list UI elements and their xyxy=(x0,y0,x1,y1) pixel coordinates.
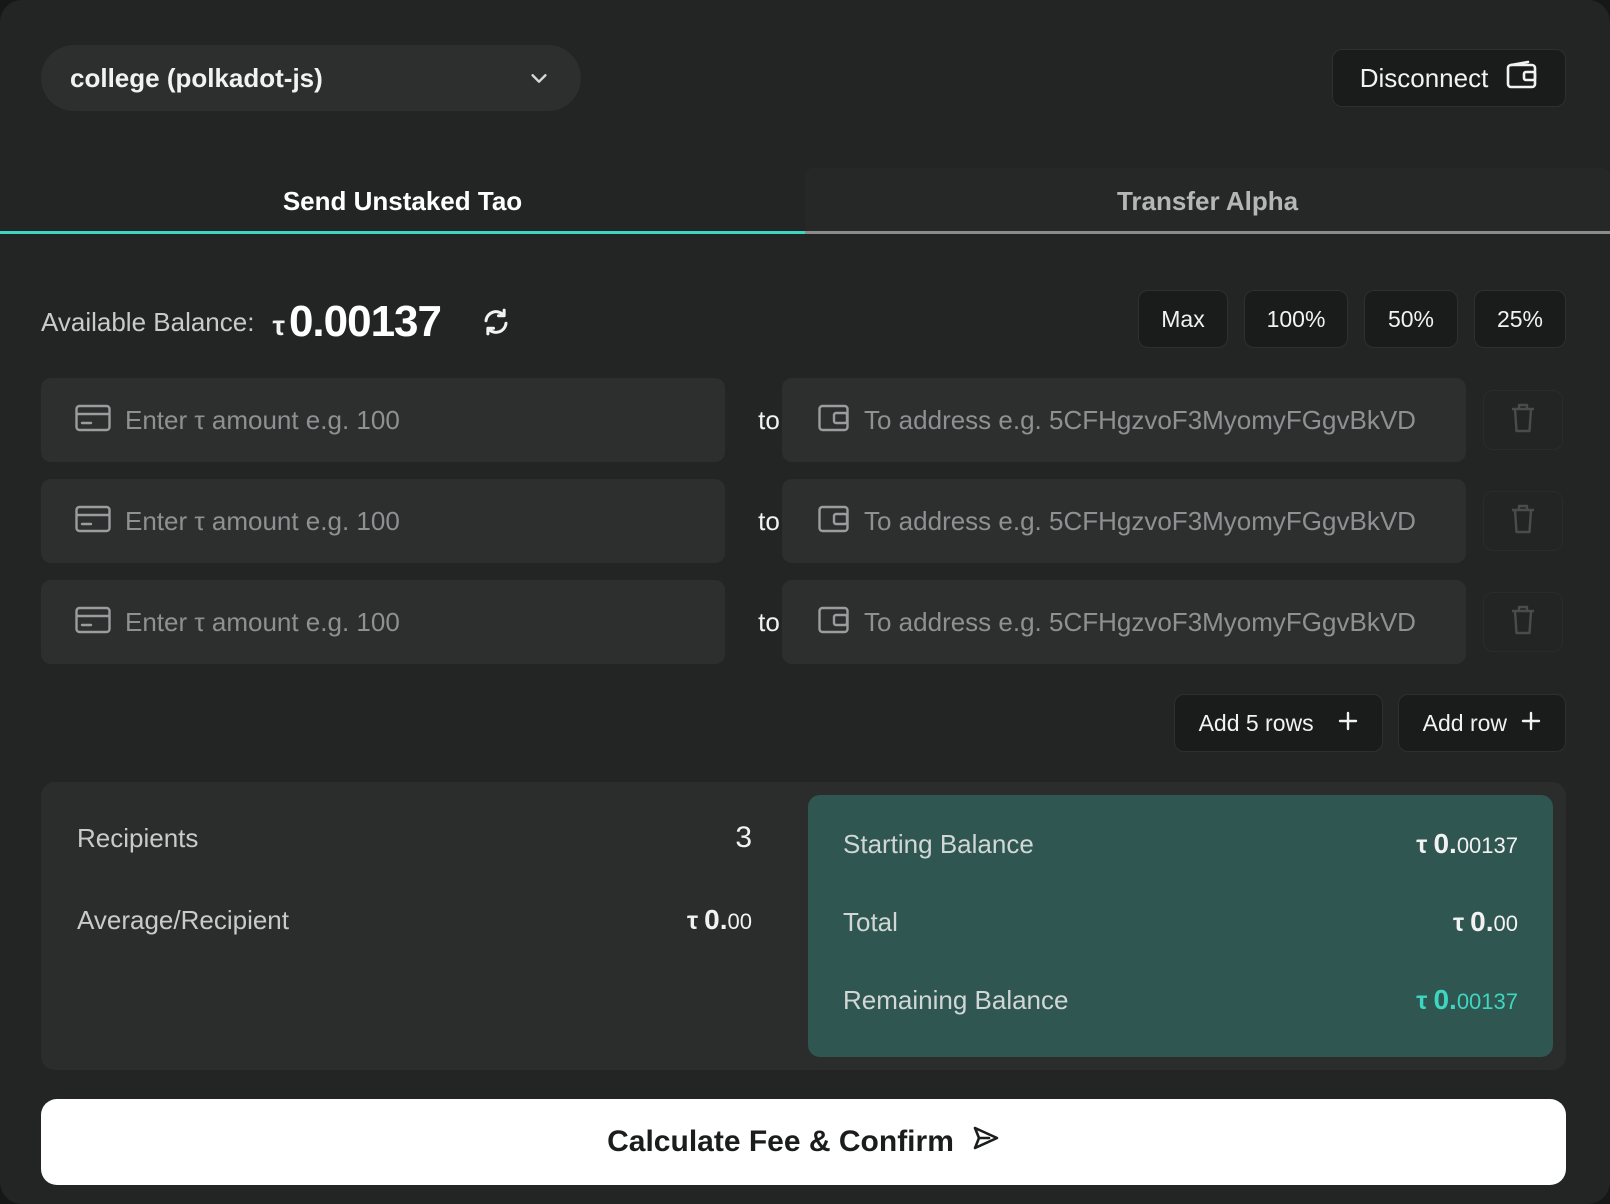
add-row-button[interactable]: Add row xyxy=(1397,694,1566,752)
amount-input[interactable]: Enter τ amount e.g. 100 xyxy=(41,580,725,664)
wallet-icon xyxy=(818,505,850,538)
delete-row-button[interactable] xyxy=(1483,592,1563,652)
starting-int: 0. xyxy=(1433,828,1457,859)
confirm-label: Calculate Fee & Confirm xyxy=(607,1125,954,1158)
remaining-balance-label: Remaining Balance xyxy=(843,984,1069,1015)
recipients-label: Recipients xyxy=(77,822,199,853)
total-line: Total τ 0. 00 xyxy=(843,897,1518,947)
balance-value: 0.00137 xyxy=(288,297,442,346)
tao-symbol: τ xyxy=(1416,987,1428,1015)
send-icon xyxy=(972,1124,1000,1160)
recipient-row: Enter τ amount e.g. 100 to To address e.… xyxy=(41,580,1563,664)
tab-divider xyxy=(805,231,1610,234)
trash-icon xyxy=(1510,402,1536,439)
tab-send-unstaked-tao[interactable]: Send Unstaked Tao xyxy=(0,168,805,234)
plus-icon xyxy=(1338,710,1358,737)
trash-icon xyxy=(1510,604,1536,641)
disconnect-label: Disconnect xyxy=(1359,62,1489,93)
tao-symbol: τ xyxy=(686,907,699,935)
amount-placeholder: Enter τ amount e.g. 100 xyxy=(125,404,400,435)
tao-symbol: τ xyxy=(1416,831,1428,859)
100-percent-button[interactable]: 100% xyxy=(1244,290,1348,348)
plus-icon xyxy=(1521,710,1541,737)
delete-row-button[interactable] xyxy=(1483,390,1563,450)
address-placeholder: To address e.g. 5CFHgzvoF3MyomyFGgvBkVD xyxy=(864,404,1416,435)
total-value: τ 0. 00 xyxy=(1453,906,1518,938)
25-percent-button[interactable]: 25% xyxy=(1474,290,1566,348)
starting-balance-value: τ 0. 00137 xyxy=(1416,828,1518,860)
address-input[interactable]: To address e.g. 5CFHgzvoF3MyomyFGgvBkVD xyxy=(782,479,1466,563)
average-int: 0. xyxy=(704,904,728,935)
average-line: Average/Recipient τ 0. 00 xyxy=(77,892,752,948)
remaining-balance-line: Remaining Balance τ 0. 00137 xyxy=(843,975,1518,1025)
tab-label: Send Unstaked Tao xyxy=(282,185,523,216)
amount-input[interactable]: Enter τ amount e.g. 100 xyxy=(41,378,725,462)
tab-label: Transfer Alpha xyxy=(1116,185,1299,216)
tab-active-indicator xyxy=(0,231,805,234)
percent-buttons: Max 100% 50% 25% xyxy=(1138,290,1566,348)
add-row-buttons: Add 5 rows Add row xyxy=(1173,694,1566,752)
app-window: college (polkadot-js) Disconnect Send Un… xyxy=(0,0,1610,1204)
refresh-icon[interactable] xyxy=(479,305,513,339)
address-input[interactable]: To address e.g. 5CFHgzvoF3MyomyFGgvBkVD xyxy=(782,580,1466,664)
recipient-row: Enter τ amount e.g. 100 to To address e.… xyxy=(41,378,1563,462)
average-label: Average/Recipient xyxy=(77,904,289,935)
remaining-int: 0. xyxy=(1433,984,1457,1015)
recipients-line: Recipients 3 xyxy=(77,810,752,866)
starting-balance-label: Starting Balance xyxy=(843,828,1034,859)
recipients-value: 3 xyxy=(735,821,752,854)
card-icon xyxy=(75,606,111,639)
max-button[interactable]: Max xyxy=(1138,290,1228,348)
starting-dec: 00137 xyxy=(1456,833,1518,858)
balance-label: Available Balance: xyxy=(41,306,255,337)
trash-icon xyxy=(1510,503,1536,540)
remaining-dec: 00137 xyxy=(1456,989,1518,1014)
address-placeholder: To address e.g. 5CFHgzvoF3MyomyFGgvBkVD xyxy=(864,505,1416,536)
wallet-account-select[interactable]: college (polkadot-js) xyxy=(41,45,581,111)
card-icon xyxy=(75,505,111,538)
total-int: 0. xyxy=(1470,906,1494,937)
delete-row-button[interactable] xyxy=(1483,491,1563,551)
add-5-rows-label: Add 5 rows xyxy=(1198,709,1314,736)
wallet-account-label: college (polkadot-js) xyxy=(70,62,323,93)
available-balance: Available Balance: τ 0.00137 xyxy=(41,292,513,352)
calculate-fee-confirm-button[interactable]: Calculate Fee & Confirm xyxy=(41,1099,1566,1185)
wallet-icon xyxy=(818,606,850,639)
add-5-rows-button[interactable]: Add 5 rows xyxy=(1173,694,1383,752)
tao-symbol: τ xyxy=(1452,909,1465,937)
average-value: τ 0. 00 xyxy=(687,904,752,936)
address-placeholder: To address e.g. 5CFHgzvoF3MyomyFGgvBkVD xyxy=(864,606,1416,637)
wallet-icon xyxy=(1506,60,1538,97)
amount-input[interactable]: Enter τ amount e.g. 100 xyxy=(41,479,725,563)
recipient-row: Enter τ amount e.g. 100 to To address e.… xyxy=(41,479,1563,563)
address-input[interactable]: To address e.g. 5CFHgzvoF3MyomyFGgvBkVD xyxy=(782,378,1466,462)
wallet-icon xyxy=(818,404,850,437)
average-dec: 00 xyxy=(727,909,752,934)
tab-bar: Send Unstaked Tao Transfer Alpha xyxy=(0,168,1610,234)
disconnect-button[interactable]: Disconnect xyxy=(1332,49,1566,107)
tao-symbol: τ xyxy=(272,310,285,341)
total-label: Total xyxy=(843,906,898,937)
card-icon xyxy=(75,404,111,437)
tab-transfer-alpha[interactable]: Transfer Alpha xyxy=(805,168,1610,234)
remaining-balance-value: τ 0. 00137 xyxy=(1416,984,1518,1016)
amount-placeholder: Enter τ amount e.g. 100 xyxy=(125,606,400,637)
amount-placeholder: Enter τ amount e.g. 100 xyxy=(125,505,400,536)
starting-balance-line: Starting Balance τ 0. 00137 xyxy=(843,819,1518,869)
total-dec: 00 xyxy=(1493,911,1518,936)
balance-breakdown-panel: Starting Balance τ 0. 00137 Total τ 0. 0… xyxy=(808,795,1553,1057)
chevron-down-icon xyxy=(526,65,552,91)
summary-panel: Recipients 3 Average/Recipient τ 0. 00 S… xyxy=(41,782,1566,1070)
add-row-label: Add row xyxy=(1422,709,1507,736)
50-percent-button[interactable]: 50% xyxy=(1364,290,1458,348)
